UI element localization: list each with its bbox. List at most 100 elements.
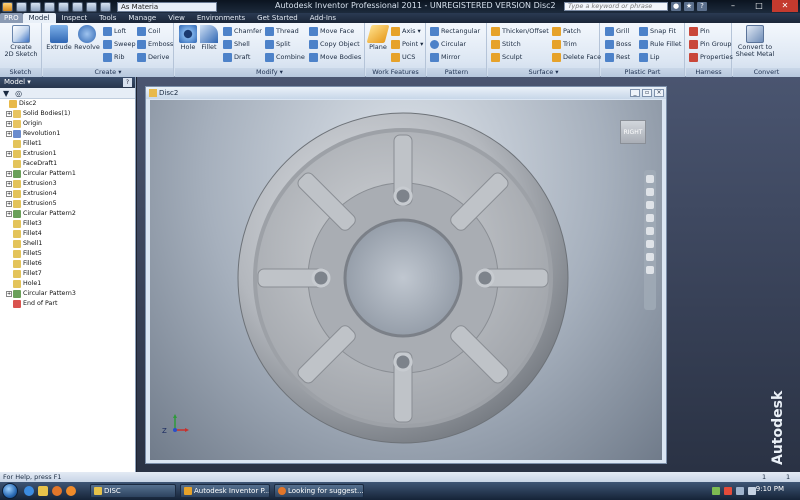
panel-label-modify[interactable]: Modify ▾ bbox=[175, 68, 364, 77]
orbit-icon[interactable] bbox=[646, 214, 654, 222]
3d-viewport[interactable]: RIGHT Z bbox=[150, 100, 662, 460]
tree-node[interactable]: + Origin bbox=[0, 119, 135, 129]
chamfer-button[interactable]: Chamfer bbox=[223, 26, 262, 36]
binoculars-icon[interactable]: ● bbox=[671, 2, 681, 11]
stitch-button[interactable]: Stitch bbox=[491, 39, 521, 49]
tab-inspect[interactable]: Inspect bbox=[56, 13, 94, 23]
filter-icon[interactable]: ▼ bbox=[3, 89, 9, 98]
snap-fit-button[interactable]: Snap Fit bbox=[639, 26, 676, 36]
help-icon[interactable]: ? bbox=[697, 2, 707, 11]
sweep-button[interactable]: Sweep bbox=[103, 39, 136, 49]
network-icon[interactable] bbox=[736, 487, 744, 495]
tab-add-ins[interactable]: Add-Ins bbox=[304, 13, 342, 23]
expand-toggle-icon[interactable]: + bbox=[6, 151, 12, 157]
tree-node[interactable]: + Extrusion5 bbox=[0, 199, 135, 209]
mirror-button[interactable]: Mirror bbox=[430, 52, 460, 62]
move-bodies-button[interactable]: Move Bodies bbox=[309, 52, 361, 62]
start-button[interactable] bbox=[2, 483, 18, 499]
split-button[interactable]: Split bbox=[265, 39, 290, 49]
tree-node[interactable]: Fillet3 bbox=[0, 219, 135, 229]
ie-icon[interactable] bbox=[24, 486, 34, 496]
thicken-offset-button[interactable]: Thicken/Offset bbox=[491, 26, 549, 36]
tree-node[interactable]: + Extrusion1 bbox=[0, 149, 135, 159]
tab-get-started[interactable]: Get Started bbox=[251, 13, 304, 23]
grill-button[interactable]: Grill bbox=[605, 26, 629, 36]
tree-node[interactable]: + Circular Pattern3 bbox=[0, 289, 135, 299]
doc-restore-button[interactable]: ▫ bbox=[642, 89, 652, 97]
app-menu-button[interactable] bbox=[2, 1, 13, 12]
new-icon[interactable] bbox=[16, 1, 27, 12]
pan-icon[interactable] bbox=[646, 188, 654, 196]
tree-node[interactable]: + Circular Pattern1 bbox=[0, 169, 135, 179]
thread-button[interactable]: Thread bbox=[265, 26, 299, 36]
undo-icon[interactable] bbox=[58, 1, 69, 12]
tree-node[interactable]: Fillet5 bbox=[0, 249, 135, 259]
emboss-button[interactable]: Emboss bbox=[137, 39, 173, 49]
tab-tools[interactable]: Tools bbox=[93, 13, 122, 23]
minimize-button[interactable]: – bbox=[720, 0, 746, 12]
redo-icon[interactable] bbox=[72, 1, 83, 12]
create-2d-sketch-button[interactable]: Create 2D Sketch bbox=[3, 25, 39, 58]
explorer-icon[interactable] bbox=[38, 486, 48, 496]
fillet-button[interactable]: Fillet bbox=[199, 25, 219, 51]
coil-button[interactable]: Coil bbox=[137, 26, 160, 36]
delete-face-button[interactable]: Delete Face bbox=[552, 52, 601, 62]
disc-part-model[interactable] bbox=[150, 100, 662, 460]
tree-node[interactable]: + Extrusion4 bbox=[0, 189, 135, 199]
convert-to-sheet-metal-button[interactable]: Convert to Sheet Metal bbox=[735, 25, 775, 58]
tree-node[interactable]: + Solid Bodies(1) bbox=[0, 109, 135, 119]
axis-button[interactable]: Axis ▾ bbox=[391, 26, 421, 36]
viewcube[interactable]: RIGHT bbox=[620, 120, 646, 144]
subscription-icon[interactable]: ★ bbox=[684, 2, 694, 11]
material-select[interactable]: As Materia bbox=[117, 1, 217, 12]
media-player-icon[interactable] bbox=[66, 486, 76, 496]
tab-manage[interactable]: Manage bbox=[122, 13, 162, 23]
expand-toggle-icon[interactable]: + bbox=[6, 191, 12, 197]
expand-toggle-icon[interactable]: + bbox=[6, 181, 12, 187]
plane-button[interactable]: Plane bbox=[366, 25, 390, 51]
rib-button[interactable]: Rib bbox=[103, 52, 124, 62]
expand-toggle-icon[interactable]: + bbox=[6, 131, 12, 137]
tree-node[interactable]: Fillet7 bbox=[0, 269, 135, 279]
rectangular-pattern-button[interactable]: Rectangular bbox=[430, 26, 480, 36]
pin-button[interactable]: Pin bbox=[689, 26, 710, 36]
doc-close-button[interactable]: × bbox=[654, 89, 664, 97]
tree-node[interactable]: End of Part bbox=[0, 299, 135, 309]
help-search-input[interactable]: Type a keyword or phrase bbox=[564, 2, 668, 11]
doc-minimize-button[interactable]: _ bbox=[630, 89, 640, 97]
taskbar-item-disc[interactable]: DISC bbox=[90, 484, 176, 498]
tree-node[interactable]: Disc2 bbox=[0, 99, 135, 109]
tree-node[interactable]: Shell1 bbox=[0, 239, 135, 249]
taskbar-item-inventor[interactable]: Autodesk Inventor P... bbox=[180, 484, 270, 498]
copy-object-button[interactable]: Copy Object bbox=[309, 39, 360, 49]
loft-button[interactable]: Loft bbox=[103, 26, 126, 36]
expand-toggle-icon[interactable]: + bbox=[6, 201, 12, 207]
zoom-window-icon[interactable] bbox=[646, 240, 654, 248]
ucs-button[interactable]: UCS bbox=[391, 52, 415, 62]
trim-button[interactable]: Trim bbox=[552, 39, 577, 49]
point-button[interactable]: Point ▾ bbox=[391, 39, 423, 49]
patch-button[interactable]: Patch bbox=[552, 26, 581, 36]
tree-node[interactable]: + Circular Pattern2 bbox=[0, 209, 135, 219]
tab-view[interactable]: View bbox=[162, 13, 191, 23]
panel-label-surface[interactable]: Surface ▾ bbox=[488, 68, 599, 77]
tab-environments[interactable]: Environments bbox=[191, 13, 251, 23]
hole-button[interactable]: Hole bbox=[178, 25, 198, 51]
tree-node[interactable]: Fillet6 bbox=[0, 259, 135, 269]
expand-toggle-icon[interactable]: + bbox=[6, 171, 12, 177]
tree-node[interactable]: FaceDraft1 bbox=[0, 159, 135, 169]
update-icon[interactable] bbox=[100, 1, 111, 12]
look-at-icon[interactable] bbox=[646, 227, 654, 235]
tree-node[interactable]: Fillet4 bbox=[0, 229, 135, 239]
rest-button[interactable]: Rest bbox=[605, 52, 630, 62]
browser-help-button[interactable]: ? bbox=[123, 78, 132, 87]
firefox-icon[interactable] bbox=[52, 486, 62, 496]
expand-toggle-icon[interactable]: + bbox=[6, 291, 12, 297]
revolve-button[interactable]: Revolve bbox=[73, 25, 101, 51]
zoom-icon[interactable] bbox=[646, 201, 654, 209]
tab-pro[interactable]: PRO bbox=[0, 13, 23, 23]
expand-toggle-icon[interactable]: + bbox=[6, 121, 12, 127]
tree-node[interactable]: Hole1 bbox=[0, 279, 135, 289]
tray-icon-1[interactable] bbox=[712, 487, 720, 495]
tab-model[interactable]: Model bbox=[22, 13, 56, 23]
